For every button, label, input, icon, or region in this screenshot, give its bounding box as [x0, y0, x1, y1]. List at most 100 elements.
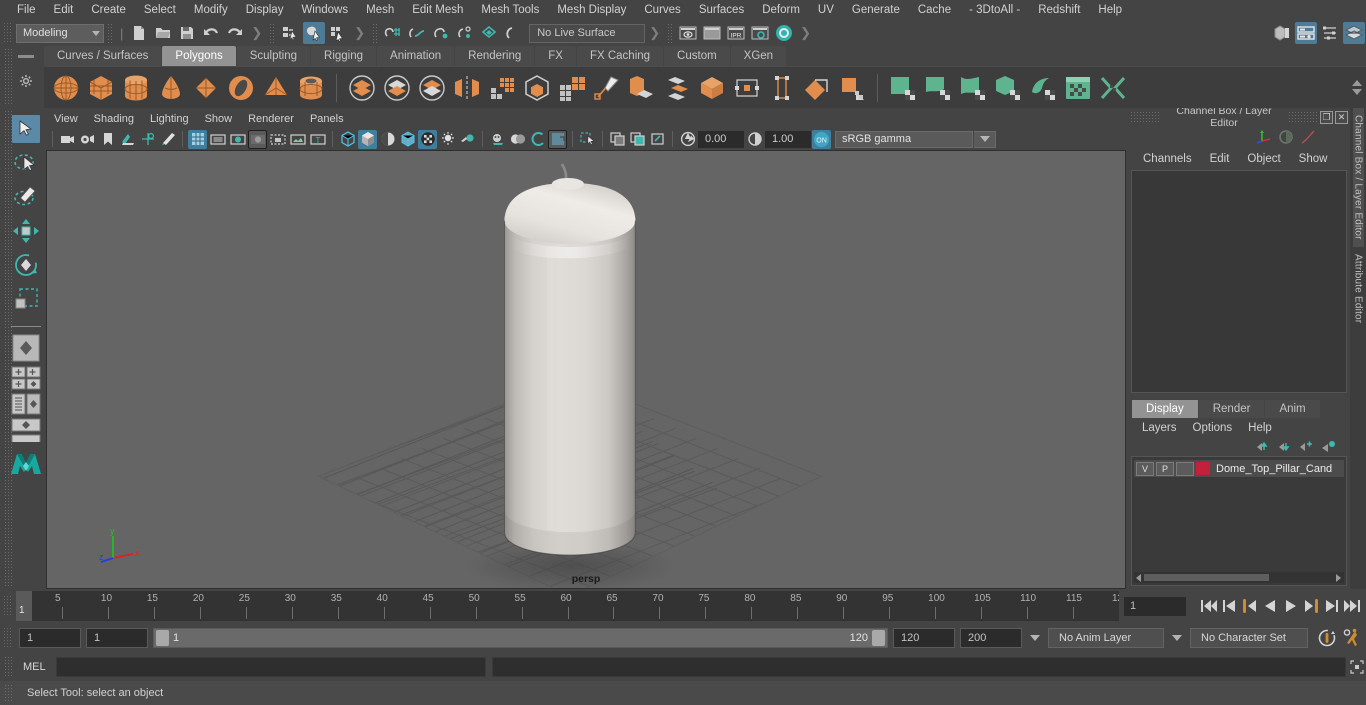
vtab-attribute-editor[interactable]: Attribute Editor	[1353, 247, 1364, 330]
wireframe-shading-icon[interactable]	[338, 130, 357, 149]
shelf-item-poly-pipe[interactable]	[295, 72, 327, 104]
menu-uv[interactable]: UV	[809, 0, 843, 20]
safe-action-icon[interactable]	[288, 130, 307, 149]
shelf-item-poly-pyramid[interactable]	[260, 72, 292, 104]
menu-mesh-display[interactable]: Mesh Display	[548, 0, 635, 20]
shelf-item-poly-cone[interactable]	[155, 72, 187, 104]
channelbox-menu-edit[interactable]: Edit	[1201, 153, 1239, 165]
outliner-persp-layout-icon[interactable]	[11, 393, 41, 415]
shelf-scroll-arrows[interactable]	[1350, 67, 1364, 108]
move-layer-up-icon[interactable]	[1255, 440, 1270, 453]
shelf-item-poly-smooth[interactable]	[486, 72, 518, 104]
shelf-tab-fx-caching[interactable]: FX Caching	[576, 46, 664, 66]
panel-drag-handle-right[interactable]	[1288, 111, 1318, 123]
viewport-menu-shading[interactable]: Shading	[86, 110, 142, 128]
step-forward-key-icon[interactable]	[1303, 598, 1321, 614]
shelf-item-transfer-spherical[interactable]	[957, 72, 989, 104]
menuset-selector[interactable]: Modeling	[16, 23, 104, 43]
shelf-item-poly-torus[interactable]	[225, 72, 257, 104]
isolate-select-icon[interactable]	[578, 130, 597, 149]
menu-help[interactable]: Help	[1089, 0, 1131, 20]
modeling-toolkit-icon[interactable]	[1271, 22, 1293, 44]
ipr-render-icon[interactable]: IPR	[725, 22, 747, 44]
layer-visibility-toggle[interactable]: V	[1136, 461, 1154, 476]
lasso-select-tool-icon[interactable]	[11, 146, 41, 180]
shadows-icon[interactable]	[488, 130, 507, 149]
scroll-left-arrow-icon[interactable]	[1136, 573, 1141, 582]
menu-mesh-tools[interactable]: Mesh Tools	[472, 0, 548, 20]
persp-graph-layout-icon[interactable]	[11, 418, 41, 432]
paint-select-tool-icon[interactable]	[11, 180, 41, 214]
snap-to-curve-icon[interactable]	[406, 22, 428, 44]
channel-box-list[interactable]	[1131, 170, 1347, 393]
select-tool-icon[interactable]	[11, 112, 41, 146]
grid-toggle-icon[interactable]	[188, 129, 207, 149]
shelf-tab-rigging[interactable]: Rigging	[311, 46, 377, 66]
layer-color-swatch[interactable]	[1196, 462, 1210, 475]
play-backwards-icon[interactable]	[1261, 598, 1279, 614]
make-live-icon[interactable]	[502, 22, 524, 44]
rotate-tool-icon[interactable]	[11, 248, 41, 282]
render-sequence-icon[interactable]	[701, 22, 723, 44]
use-all-lights-icon[interactable]	[458, 130, 477, 149]
shelf-item-poly-bevel[interactable]	[556, 72, 588, 104]
menu-redshift[interactable]: Redshift	[1029, 0, 1089, 20]
render-settings-icon[interactable]	[749, 22, 771, 44]
menu-display[interactable]: Display	[237, 0, 293, 20]
shelf-tab-animation[interactable]: Animation	[377, 46, 455, 66]
shelf-item-transfer-cylindrical[interactable]	[922, 72, 954, 104]
shelf-item-poly-cube-outline[interactable]	[521, 72, 553, 104]
grease-pencil-icon[interactable]	[158, 130, 177, 149]
text-overlay-icon[interactable]: T	[308, 130, 327, 149]
layers-menu-layers[interactable]: Layers	[1134, 422, 1185, 434]
use-default-lighting-icon[interactable]	[438, 130, 457, 149]
shelf-item-transfer-warp[interactable]	[1027, 72, 1059, 104]
time-slider[interactable]: 1 5 10 15 20 25 30 35 40 45 50 55 60 65 70 75 80 85 90 95 1…	[16, 591, 1119, 621]
menu-cache[interactable]: Cache	[909, 0, 960, 20]
range-drag-handle[interactable]	[3, 627, 12, 649]
go-to-start-icon[interactable]	[1200, 598, 1218, 614]
render-current-frame-icon[interactable]	[677, 22, 699, 44]
shelf-item-poly-separate[interactable]	[661, 72, 693, 104]
step-back-frame-icon[interactable]	[1221, 598, 1237, 614]
tab-render[interactable]: Render	[1198, 400, 1265, 418]
step-forward-frame-icon[interactable]	[1324, 598, 1340, 614]
shelf-item-uv-unfold[interactable]	[1097, 72, 1129, 104]
tool-settings-icon[interactable]	[1319, 22, 1341, 44]
gate-mask-icon[interactable]	[248, 129, 267, 149]
shelf-item-poly-intersection-boolean[interactable]	[416, 72, 448, 104]
go-to-end-icon[interactable]	[1343, 598, 1361, 614]
shelf-tab-xgen[interactable]: XGen	[730, 46, 787, 66]
new-scene-icon[interactable]	[128, 22, 150, 44]
range-end-handle[interactable]	[872, 630, 885, 646]
save-scene-icon[interactable]	[176, 22, 198, 44]
shelf-tab-custom[interactable]: Custom	[664, 46, 730, 66]
range-slider[interactable]: 1 120	[153, 628, 888, 648]
scrollbar-thumb[interactable]	[1144, 574, 1269, 581]
select-by-hierarchy-icon[interactable]	[279, 22, 301, 44]
tab-display[interactable]: Display	[1132, 400, 1198, 418]
channelbox-menu-show[interactable]: Show	[1290, 153, 1337, 165]
viewport-menu-renderer[interactable]: Renderer	[240, 110, 302, 128]
layer-shading-toggle[interactable]	[1176, 461, 1194, 476]
animation-end-time-field[interactable]: 200	[960, 628, 1022, 648]
xray-active-components-icon[interactable]	[648, 130, 667, 149]
film-gate-icon[interactable]	[208, 130, 227, 149]
time-slider-drag-handle[interactable]	[3, 595, 12, 617]
gamma-icon[interactable]	[745, 130, 764, 149]
animation-start-time-field[interactable]: 1	[19, 628, 81, 648]
shelf-scroll-down-icon[interactable]	[1352, 89, 1362, 95]
snap-to-point-icon[interactable]	[430, 22, 452, 44]
shelf-options-gear-icon[interactable]	[19, 74, 33, 88]
layer-horizontal-scrollbar[interactable]	[1134, 572, 1344, 583]
color-management-toggle-icon[interactable]: ON	[812, 129, 831, 149]
toolbar-separator-handle-2[interactable]	[269, 23, 276, 43]
shelf-scroll-up-icon[interactable]	[1352, 80, 1362, 86]
move-layer-down-icon[interactable]	[1277, 440, 1292, 453]
tab-anim[interactable]: Anim	[1265, 400, 1320, 418]
smooth-shade-flat-icon[interactable]	[378, 130, 397, 149]
statusbar-drag-handle[interactable]	[3, 22, 12, 44]
move-tool-icon[interactable]	[11, 214, 41, 248]
help-line-drag-handle[interactable]	[4, 684, 13, 702]
menu-file[interactable]: File	[8, 0, 45, 20]
